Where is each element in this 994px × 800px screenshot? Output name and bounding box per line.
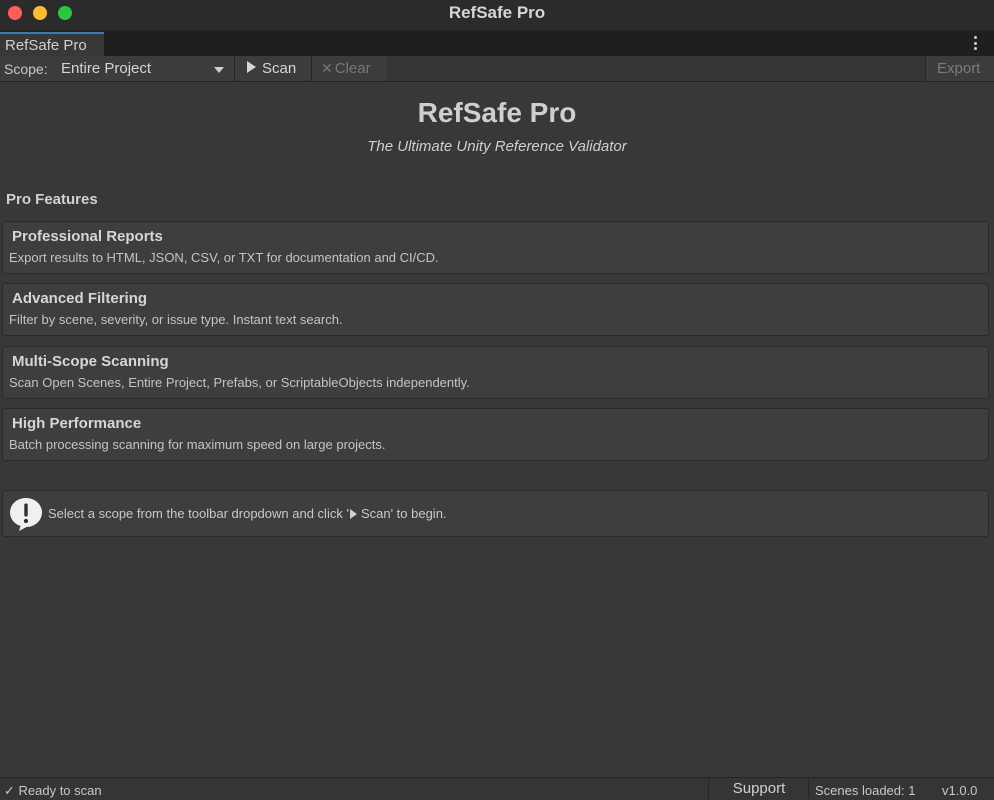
clear-button-label: Clear [334, 60, 371, 77]
support-button[interactable]: Support [710, 780, 808, 797]
scan-button[interactable]: Scan [237, 57, 310, 81]
feature-title: Professional Reports [12, 228, 163, 245]
window-title: RefSafe Pro [448, 3, 546, 22]
feature-card-advanced-filtering: Advanced Filtering Filter by scene, seve… [2, 283, 989, 336]
section-title-pro-features: Pro Features [6, 191, 98, 208]
status-ready-text: ✓ Ready to scan [4, 783, 102, 798]
version-label: v1.0.0 [942, 783, 978, 798]
scope-label: Scope: [4, 61, 48, 77]
scope-dropdown[interactable]: Entire Project [58, 57, 230, 81]
info-message-text-end: Scan' to begin. [360, 506, 447, 521]
feature-title: High Performance [12, 415, 142, 432]
scan-button-label: Scan [262, 60, 297, 77]
info-message: Select a scope from the toolbar dropdown… [48, 506, 447, 521]
tab-bar: RefSafe Pro [0, 30, 994, 56]
feature-card-high-performance: High Performance Batch processing scanni… [2, 408, 989, 461]
page-subtitle: The Ultimate Unity Reference Validator [367, 138, 627, 155]
feature-description: Batch processing scanning for maximum sp… [9, 437, 386, 452]
feature-description: Export results to HTML, JSON, CSV, or TX… [9, 250, 439, 265]
status-divider [708, 778, 709, 800]
status-divider [808, 778, 809, 800]
close-icon: ✕ [321, 60, 333, 76]
feature-card-professional-reports: Professional Reports Export results to H… [2, 221, 989, 274]
toolbar-divider [234, 56, 235, 81]
play-icon [247, 61, 256, 74]
scope-dropdown-value: Entire Project [61, 60, 152, 77]
play-icon [349, 508, 357, 519]
page-title: RefSafe Pro [417, 97, 577, 128]
toolbar: Scope: Entire Project Scan ✕ Clear Export [0, 56, 994, 82]
feature-card-multi-scope-scanning: Multi-Scope Scanning Scan Open Scenes, E… [2, 346, 989, 399]
feature-title: Advanced Filtering [12, 290, 148, 307]
more-options-icon[interactable] [973, 36, 977, 50]
info-helpbox: Select a scope from the toolbar dropdown… [2, 490, 989, 537]
feature-description: Scan Open Scenes, Entire Project, Prefab… [9, 375, 470, 390]
chevron-down-icon [214, 67, 224, 73]
info-message-text-start: Select a scope from the toolbar dropdown… [48, 506, 349, 521]
feature-description: Filter by scene, severity, or issue type… [9, 312, 343, 327]
window-titlebar: RefSafe Pro [0, 0, 994, 30]
clear-button[interactable]: ✕ Clear [312, 57, 385, 81]
speech-bubble-exclamation-icon [10, 498, 42, 531]
toolbar-spacer [386, 56, 926, 81]
feature-title: Multi-Scope Scanning [12, 353, 169, 370]
scenes-loaded-count: Scenes loaded: 1 [815, 783, 916, 798]
tab-refsafe-pro[interactable]: RefSafe Pro [0, 32, 104, 56]
status-bar: ✓ Ready to scan Support Scenes loaded: 1… [0, 777, 994, 800]
export-button[interactable]: Export [926, 57, 994, 81]
